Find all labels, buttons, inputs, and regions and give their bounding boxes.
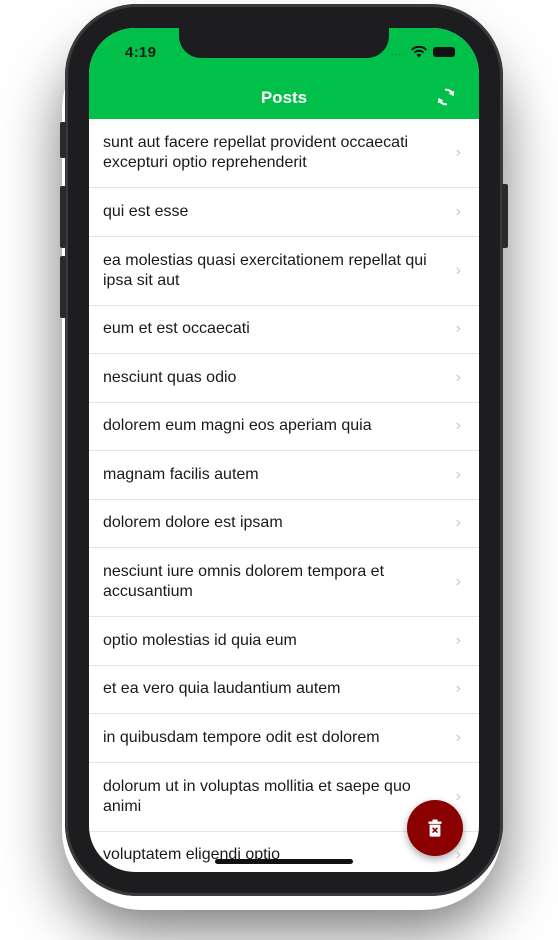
chevron-right-icon: › [455,846,461,864]
wifi-icon [411,46,427,58]
navigation-header: 4:19 .... Posts [89,28,479,119]
volume-down-button [60,256,66,318]
chevron-right-icon: › [455,320,461,338]
notch [179,28,389,58]
chevron-right-icon: › [455,202,461,220]
post-title: et ea vero quia laudantium autem [103,680,341,698]
list-item[interactable]: dolorem dolore est ipsam › [89,500,479,548]
status-time: 4:19 [125,44,157,61]
chevron-right-icon: › [455,573,461,590]
list-item[interactable]: qui est esse › [89,188,479,237]
post-title: optio molestias id quia eum [103,631,297,649]
post-title: sunt aut facere repellat provident occae… [103,134,409,171]
list-item[interactable]: sunt aut facere repellat provident occae… [89,119,479,188]
trash-icon [428,819,442,837]
status-icons: .... [391,46,455,58]
list-item[interactable]: nesciunt quas odio › [89,354,479,403]
power-button [502,184,508,248]
post-title: qui est esse [103,202,189,220]
list-item[interactable]: eum et est occaecati › [89,306,479,354]
post-title: eum et est occaecati [103,320,250,338]
home-indicator [215,859,353,864]
refresh-icon[interactable] [435,86,457,108]
list-item[interactable]: magnam facilis autem › [89,451,479,500]
posts-list: sunt aut facere repellat provident occae… [89,119,479,872]
list-item[interactable]: ea molestias quasi exercitationem repell… [89,237,479,306]
signal-dots: .... [390,47,405,57]
chevron-right-icon: › [455,144,461,161]
chevron-right-icon: › [455,465,461,483]
post-title: nesciunt quas odio [103,368,237,386]
battery-icon [433,47,455,57]
chevron-right-icon: › [455,787,461,805]
post-title: ea molestias quasi exercitationem repell… [103,251,427,289]
chevron-right-icon: › [455,728,461,746]
list-item[interactable]: dolorem eum magni eos aperiam quia › [89,403,479,451]
mute-switch [60,122,66,158]
chevron-right-icon: › [455,631,461,649]
list-item[interactable]: optio molestias id quia eum › [89,617,479,666]
chevron-right-icon: › [455,680,461,698]
app-screen: 4:19 .... Posts sunt aut facere repellat… [89,28,479,872]
chevron-right-icon: › [455,417,461,435]
list-item[interactable]: in quibusdam tempore odit est dolorem › [89,714,479,763]
post-title: dolorem eum magni eos aperiam quia [103,417,372,435]
chevron-right-icon: › [455,514,461,532]
post-title: in quibusdam tempore odit est dolorem [103,728,380,746]
chevron-right-icon: › [455,368,461,386]
list-item[interactable]: et ea vero quia laudantium autem › [89,666,479,714]
post-title: dolorem dolore est ipsam [103,514,283,532]
page-title: Posts [260,88,308,107]
post-title: dolorum ut in voluptas mollitia et saepe… [103,777,411,815]
delete-fab-button[interactable] [407,800,463,856]
post-title: magnam facilis autem [103,465,259,483]
chevron-right-icon: › [455,261,461,279]
volume-up-button [60,186,66,248]
list-item[interactable]: nesciunt iure omnis dolorem tempora et a… [89,548,479,617]
post-title: nesciunt iure omnis dolorem tempora et a… [103,563,385,600]
